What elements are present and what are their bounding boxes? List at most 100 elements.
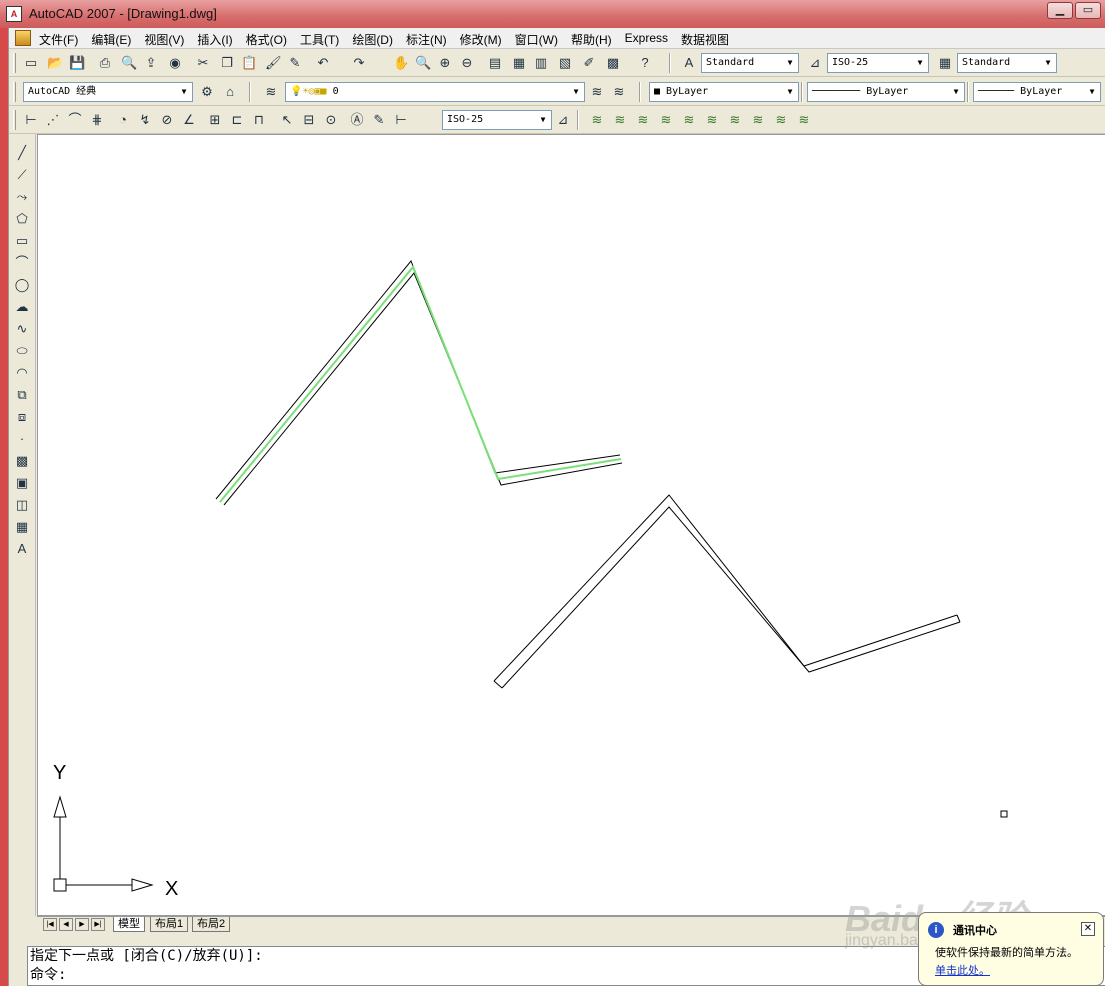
tab-prev-button[interactable]: ◀ <box>59 918 73 931</box>
dimension-style-select[interactable]: ISO-25 ▼ <box>827 53 929 73</box>
point-icon[interactable]: · <box>13 430 31 448</box>
toolbar-grip[interactable] <box>13 53 16 73</box>
line-icon[interactable]: ╱ <box>13 144 31 162</box>
tool-palettes-icon[interactable]: ▥ <box>533 55 549 71</box>
menu-item-11[interactable]: Express <box>625 31 668 48</box>
markup-icon[interactable]: ✐ <box>581 55 597 71</box>
quickcalc-icon[interactable]: ▩ <box>605 55 621 71</box>
revision-cloud-icon[interactable]: ☁ <box>13 298 31 316</box>
make-object-layer-current-icon[interactable]: ≋ <box>589 84 605 100</box>
dimension-style-icon-2[interactable]: ⊿ <box>555 112 571 128</box>
color-select[interactable]: ■ ByLayer ▼ <box>649 82 799 102</box>
layer-tool-6-icon[interactable]: ≋ <box>704 112 720 128</box>
3d-dwf-icon[interactable]: ◉ <box>167 55 183 71</box>
menu-item-3[interactable]: 插入(I) <box>197 31 232 48</box>
layer-tool-4-icon[interactable]: ≋ <box>658 112 674 128</box>
ellipse-arc-icon[interactable]: ◠ <box>13 364 31 382</box>
multiline-text-icon[interactable]: A <box>13 540 31 558</box>
toolbar-grip[interactable] <box>13 82 16 102</box>
save-icon[interactable]: 💾 <box>69 55 85 71</box>
layer-tool-8-icon[interactable]: ≋ <box>750 112 766 128</box>
jogged-dim-icon[interactable]: ↯ <box>137 112 153 128</box>
design-center-icon[interactable]: ▦ <box>511 55 527 71</box>
ordinate-dim-icon[interactable]: ⋕ <box>89 112 105 128</box>
drawing-area[interactable]: Y X <box>38 135 1105 917</box>
cut-icon[interactable]: ✂ <box>195 55 211 71</box>
linetype-select[interactable]: ──────── ByLayer ▼ <box>807 82 965 102</box>
ellipse-icon[interactable]: ⬭ <box>13 342 31 360</box>
menu-item-10[interactable]: 帮助(H) <box>571 31 612 48</box>
layer-manager-icon[interactable]: ≋ <box>263 84 279 100</box>
gradient-icon[interactable]: ▣ <box>13 474 31 492</box>
document-menu-icon[interactable] <box>15 30 31 46</box>
layer-tool-5-icon[interactable]: ≋ <box>681 112 697 128</box>
tab-layout2[interactable]: 布局2 <box>192 917 231 932</box>
polyline-1-outer[interactable] <box>215 260 621 500</box>
text-style-select[interactable]: Standard ▼ <box>701 53 799 73</box>
layer-tool-9-icon[interactable]: ≋ <box>773 112 789 128</box>
arc-icon[interactable]: ⌒ <box>13 254 31 272</box>
dim-edit-icon[interactable]: Ⓐ <box>349 112 365 128</box>
drawing-canvas[interactable]: Y X <box>37 134 1105 916</box>
linear-dim-icon[interactable]: ⊢ <box>23 112 39 128</box>
block-editor-icon[interactable]: ✎ <box>287 55 303 71</box>
new-icon[interactable]: ▭ <box>23 55 39 71</box>
toolbar-grip[interactable] <box>13 110 16 130</box>
tab-model[interactable]: 模型 <box>113 917 145 932</box>
insert-block-icon[interactable]: ⧉ <box>13 386 31 404</box>
menu-item-0[interactable]: 文件(F) <box>39 31 78 48</box>
layer-tool-7-icon[interactable]: ≋ <box>727 112 743 128</box>
pan-icon[interactable]: ✋ <box>393 55 409 71</box>
copy-icon[interactable]: ❐ <box>219 55 235 71</box>
hatch-icon[interactable]: ▩ <box>13 452 31 470</box>
polyline-icon[interactable]: ⤳ <box>13 188 31 206</box>
menu-item-1[interactable]: 编辑(E) <box>91 31 131 48</box>
table-icon[interactable]: ▦ <box>13 518 31 536</box>
open-icon[interactable]: 📂 <box>47 55 63 71</box>
zoom-previous-icon[interactable]: ⊖ <box>459 55 475 71</box>
layer-tool-2-icon[interactable]: ≋ <box>612 112 628 128</box>
menu-item-8[interactable]: 修改(M) <box>460 31 502 48</box>
sheet-set-icon[interactable]: ▧ <box>557 55 573 71</box>
quick-leader-icon[interactable]: ↖ <box>279 112 295 128</box>
tolerance-icon[interactable]: ⊟ <box>301 112 317 128</box>
help-icon[interactable]: ? <box>637 55 653 71</box>
quick-dim-icon[interactable]: ⊞ <box>207 112 223 128</box>
dimension-style-icon[interactable]: ⊿ <box>807 55 823 71</box>
autocad-app-icon[interactable]: A <box>6 6 22 22</box>
rectangle-icon[interactable]: ▭ <box>13 232 31 250</box>
table-style-select[interactable]: Standard ▼ <box>957 53 1057 73</box>
paste-icon[interactable]: 📋 <box>241 55 257 71</box>
construction-line-icon[interactable]: ⟋ <box>13 166 31 184</box>
undo-icon[interactable]: ↶ <box>315 55 331 71</box>
polygon-icon[interactable]: ⬠ <box>13 210 31 228</box>
polyline-2-inner[interactable] <box>501 506 961 689</box>
aligned-dim-icon[interactable]: ⋰ <box>45 112 61 128</box>
tab-first-button[interactable]: |◀ <box>43 918 57 931</box>
diameter-dim-icon[interactable]: ⊘ <box>159 112 175 128</box>
dim-update-icon[interactable]: ⊢ <box>393 112 409 128</box>
menu-item-12[interactable]: 数据视图 <box>681 31 729 48</box>
layer-tool-1-icon[interactable]: ≋ <box>589 112 605 128</box>
radius-dim-icon[interactable]: ◔ <box>115 112 131 128</box>
table-style-icon[interactable]: ▦ <box>937 55 953 71</box>
circle-icon[interactable]: ◯ <box>13 276 31 294</box>
polyline-1-inner[interactable] <box>223 272 623 506</box>
continue-dim-icon[interactable]: ⊓ <box>251 112 267 128</box>
layer-tool-10-icon[interactable]: ≋ <box>796 112 812 128</box>
tab-layout1[interactable]: 布局1 <box>150 917 189 932</box>
menu-item-7[interactable]: 标注(N) <box>406 31 447 48</box>
plot-preview-icon[interactable]: 🔍 <box>121 55 137 71</box>
make-block-icon[interactable]: ⧈ <box>13 408 31 426</box>
lineweight-select[interactable]: ────── ByLayer ▼ <box>973 82 1101 102</box>
dimension-style-select-2[interactable]: ISO-25 ▼ <box>442 110 552 130</box>
region-icon[interactable]: ◫ <box>13 496 31 514</box>
communication-center-balloon[interactable]: i 通讯中心 ✕ 使软件保持最新的简单方法。 单击此处。 <box>918 912 1104 986</box>
workspace-select[interactable]: AutoCAD 经典 ▼ <box>23 82 193 102</box>
baseline-dim-icon[interactable]: ⊏ <box>229 112 245 128</box>
restore-button[interactable]: ▭ <box>1075 2 1101 19</box>
menu-item-2[interactable]: 视图(V) <box>144 31 184 48</box>
dim-text-edit-icon[interactable]: ✎ <box>371 112 387 128</box>
menu-item-5[interactable]: 工具(T) <box>300 31 339 48</box>
properties-icon[interactable]: ▤ <box>487 55 503 71</box>
